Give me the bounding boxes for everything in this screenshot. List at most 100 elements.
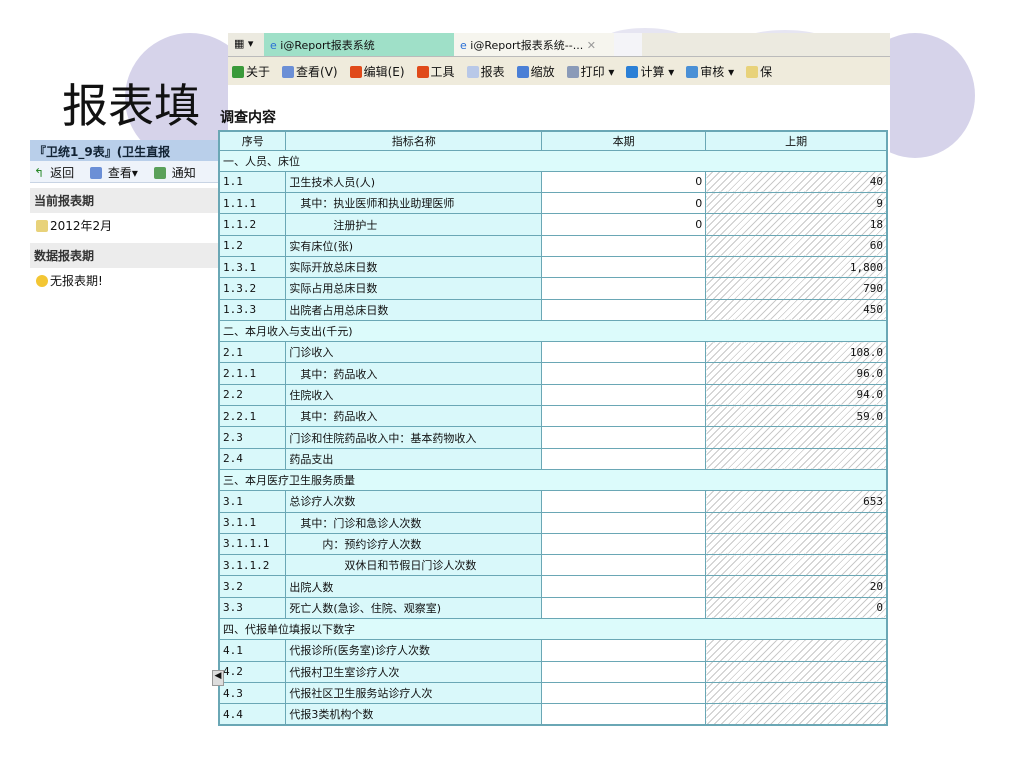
current-value-cell[interactable] <box>541 405 707 428</box>
close-tab-icon[interactable]: ✕ <box>587 39 596 52</box>
section-row-label: 一、人员、床位 <box>218 149 888 172</box>
scroll-left-button[interactable]: ◀ <box>212 670 224 686</box>
no-period-message: 无报表期! <box>30 268 228 293</box>
previous-value-cell: 0 <box>705 596 888 620</box>
table-row: 1.1.1 其中：执业医师和执业助理医师 0 9 <box>218 192 888 215</box>
previous-value-cell: 450 <box>705 298 888 321</box>
toolbar-button[interactable]: 编辑(E) <box>349 63 405 80</box>
current-value-cell[interactable]: 0 <box>541 192 707 215</box>
row-code: 1.1.2 <box>218 213 287 236</box>
col-header-code: 序号 <box>218 130 287 151</box>
row-name: 代报社区卫生服务站诊疗人次 <box>285 681 543 705</box>
toolbar-icon <box>349 65 362 78</box>
quick-tabs-button[interactable]: ▦ ▾ <box>228 33 264 56</box>
toolbar-icon <box>746 65 759 78</box>
row-code: 2.4 <box>218 447 287 470</box>
row-name: 代报3类机构个数 <box>285 703 543 726</box>
row-name: 其中：执业医师和执业助理医师 <box>285 192 543 215</box>
table-row: 2.4 药品支出 <box>218 447 888 470</box>
row-code: 4.1 <box>218 639 287 662</box>
previous-value-cell: 108.0 <box>705 341 888 364</box>
table-row: 4.1 代报诊所(医务室)诊疗人次数 <box>218 639 888 662</box>
previous-value-cell <box>705 511 888 534</box>
toolbar-icon <box>466 65 479 78</box>
table-row: 3.2 出院人数 20 <box>218 575 888 598</box>
current-value-cell[interactable] <box>541 277 707 300</box>
current-value-cell[interactable] <box>541 660 707 683</box>
toolbar-button[interactable]: 关于 <box>232 63 270 80</box>
row-name: 出院者占用总床日数 <box>285 298 543 321</box>
current-value-cell[interactable] <box>541 575 707 598</box>
view-button[interactable]: 查看▾ <box>89 166 144 180</box>
row-name: 实际占用总床日数 <box>285 277 543 300</box>
report-header: 『卫统1_9表』(卫生直报 <box>30 140 228 161</box>
previous-value-cell <box>705 554 888 577</box>
table-row: 二、本月收入与支出(千元) <box>218 319 888 343</box>
ie-icon: e <box>270 39 281 52</box>
row-code: 2.1 <box>218 341 287 364</box>
row-code: 3.1.1 <box>218 511 287 534</box>
new-tab-button[interactable] <box>614 33 642 56</box>
toolbar-button[interactable]: 报表 <box>466 63 505 80</box>
mail-icon <box>153 167 166 179</box>
table-row: 4.4 代报3类机构个数 <box>218 703 888 726</box>
tab-report-system-2[interactable]: e i@Report报表系统--... ✕ <box>454 33 614 56</box>
current-value-cell[interactable] <box>541 532 707 556</box>
row-code: 1.3.3 <box>218 298 287 321</box>
current-value-cell[interactable]: 0 <box>541 170 707 194</box>
tab-report-system[interactable]: e i@Report报表系统 <box>264 33 454 56</box>
section-title: 调查内容 <box>220 110 276 126</box>
row-code: 2.2 <box>218 383 287 407</box>
row-name: 卫生技术人员(人) <box>285 170 543 194</box>
toolbar-button[interactable]: 计算 ▾ <box>626 63 674 80</box>
table-row: 3.3 死亡人数(急诊、住院、观察室) 0 <box>218 596 888 620</box>
row-name: 内：预约诊疗人次数 <box>285 532 543 556</box>
current-value-cell[interactable] <box>541 255 707 279</box>
notify-button[interactable]: 通知 <box>153 166 202 180</box>
table-row: 1.3.1 实际开放总床日数 1,800 <box>218 255 888 279</box>
toolbar-button[interactable]: 工具 <box>416 63 455 80</box>
toolbar-button[interactable]: 缩放 <box>516 63 555 80</box>
current-value-cell[interactable] <box>541 554 707 577</box>
previous-value-cell: 94.0 <box>705 383 888 407</box>
row-name: 药品支出 <box>285 447 543 470</box>
current-value-cell[interactable] <box>541 490 707 513</box>
table-row: 2.2 住院收入 94.0 <box>218 383 888 407</box>
current-period-item[interactable]: 2012年2月 <box>30 213 228 238</box>
current-value-cell[interactable] <box>541 234 707 257</box>
table-row: 四、代报单位填报以下数字 <box>218 618 888 641</box>
current-value-cell[interactable] <box>541 383 707 407</box>
toolbar-button[interactable]: 保 <box>746 63 772 80</box>
current-period-label: 当前报表期 <box>30 188 228 213</box>
current-value-cell[interactable] <box>541 596 707 620</box>
current-value-cell[interactable] <box>541 426 707 449</box>
current-value-cell[interactable] <box>541 447 707 470</box>
current-value-cell[interactable] <box>541 511 707 534</box>
row-code: 3.1 <box>218 490 287 513</box>
current-value-cell[interactable] <box>541 639 707 662</box>
current-value-cell[interactable] <box>541 341 707 364</box>
row-name: 总诊疗人次数 <box>285 490 543 513</box>
row-code: 2.1.1 <box>218 362 287 385</box>
current-value-cell[interactable] <box>541 362 707 385</box>
back-button[interactable]: ↰ 返回 <box>34 166 80 180</box>
current-value-cell[interactable] <box>541 298 707 321</box>
previous-value-cell: 653 <box>705 490 888 513</box>
table-row: 3.1.1 其中：门诊和急诊人次数 <box>218 511 888 534</box>
table-row: 1.3.3 出院者占用总床日数 450 <box>218 298 888 321</box>
current-value-cell[interactable] <box>541 681 707 705</box>
current-value-cell[interactable] <box>541 703 707 726</box>
table-row: 3.1 总诊疗人次数 653 <box>218 490 888 513</box>
toolbar-button[interactable]: 打印 ▾ <box>566 63 614 80</box>
toolbar-button[interactable]: 查看(V) <box>282 63 338 80</box>
toolbar-button[interactable]: 审核 ▾ <box>686 63 734 80</box>
previous-value-cell: 40 <box>705 170 888 194</box>
previous-value-cell: 96.0 <box>705 362 888 385</box>
row-name: 其中：药品收入 <box>285 405 543 428</box>
view-icon <box>89 167 102 179</box>
row-name: 门诊收入 <box>285 341 543 364</box>
row-code: 1.3.1 <box>218 255 287 279</box>
row-code: 3.2 <box>218 575 287 598</box>
toolbar-icon <box>282 65 295 78</box>
current-value-cell[interactable]: 0 <box>541 213 707 236</box>
